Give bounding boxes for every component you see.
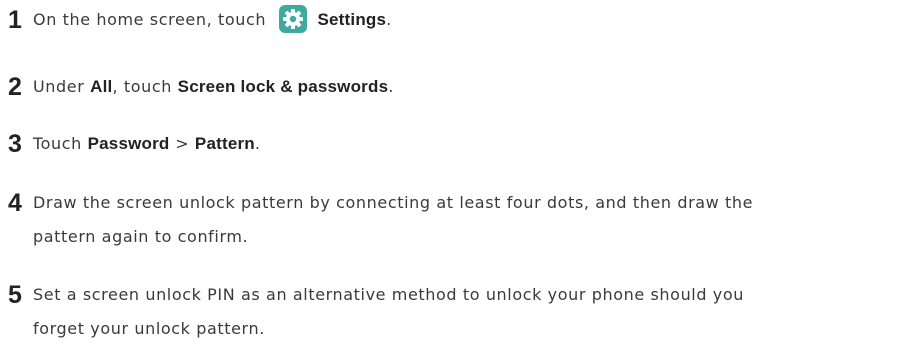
step-suffix: . [388, 77, 394, 96]
step-text-prefix: Touch [33, 134, 82, 153]
step-bold: Pattern [194, 134, 255, 153]
step-text-line: pattern again to confirm. [33, 227, 249, 246]
step-text: Under All, touch Screen lock & passwords… [33, 70, 394, 104]
step-text-prefix: On the home screen, touch [33, 10, 267, 29]
step-text: Touch Password > Pattern. [33, 127, 261, 161]
step-text: Set a screen unlock PIN as an alternativ… [33, 278, 744, 346]
step-number: 5 [8, 281, 22, 309]
step-text-line: Draw the screen unlock pattern by connec… [33, 193, 754, 212]
step-suffix: . [254, 134, 261, 153]
step-bold: Screen lock & passwords [177, 77, 389, 96]
step-number: 2 [8, 73, 22, 101]
step-text-middle: , touch [112, 77, 172, 96]
step-suffix: . [386, 10, 392, 29]
step-text-prefix: Under [33, 77, 85, 96]
step-text-line: forget your unlock pattern. [33, 319, 265, 338]
step-text-line: Set a screen unlock PIN as an alternativ… [33, 285, 744, 304]
step-bold: Settings [317, 10, 387, 29]
step-number: 1 [8, 6, 22, 34]
step-text-middle: > [175, 134, 190, 153]
step-number: 3 [8, 130, 22, 158]
step-bold: All [90, 77, 113, 96]
step-number: 4 [8, 189, 22, 217]
step-bold: Password [87, 134, 170, 153]
settings-gear-icon [278, 4, 308, 34]
step-text: On the home screen, touch Settings. [33, 3, 392, 37]
step-text: Draw the screen unlock pattern by connec… [33, 186, 753, 254]
